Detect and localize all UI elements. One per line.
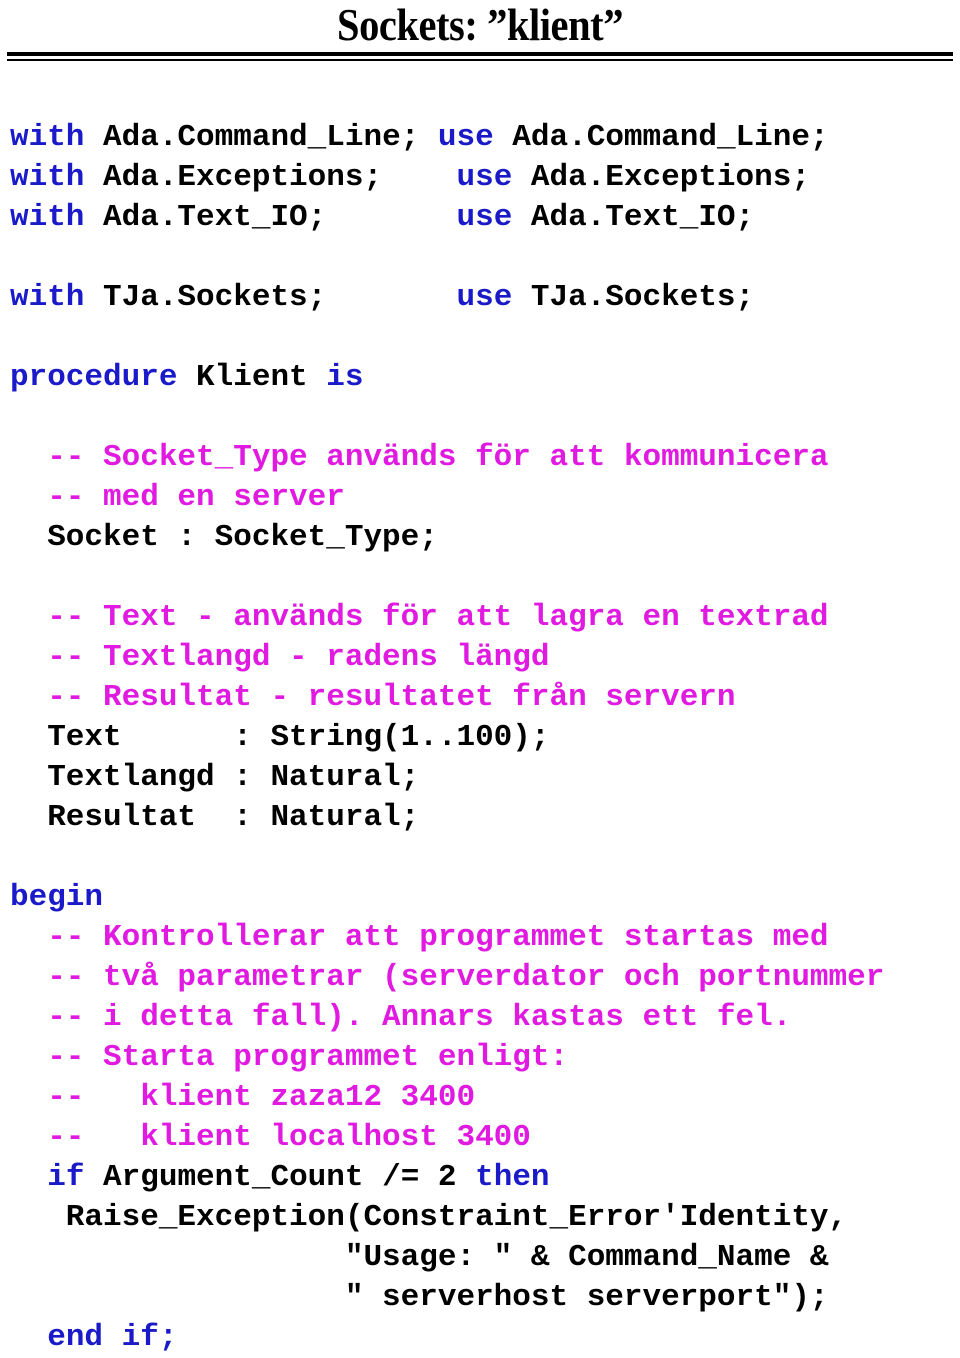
code-line: Textlangd : Natural;	[0, 758, 960, 798]
code-token-plain: Text : String(1..100);	[10, 720, 550, 755]
code-line: -- klient zaza12 3400	[0, 1078, 960, 1118]
code-line: end if;	[0, 1318, 960, 1358]
code-line	[0, 558, 960, 598]
code-token-keyword: then	[475, 1160, 550, 1195]
code-line	[0, 398, 960, 438]
code-token-comment: -- klient localhost 3400	[10, 1120, 531, 1155]
code-line: -- Kontrollerar att programmet startas m…	[0, 918, 960, 958]
slide-header: Sockets: ”klient”	[0, 0, 960, 61]
divider-line-lower	[7, 59, 953, 61]
code-line: begin	[0, 878, 960, 918]
code-line: with Ada.Text_IO; use Ada.Text_IO;	[0, 198, 960, 238]
code-token-plain: Socket : Socket_Type;	[10, 520, 438, 555]
code-line: -- Socket_Type används för att kommunice…	[0, 438, 960, 478]
code-token-keyword: use	[437, 120, 494, 155]
code-line: with Ada.Exceptions; use Ada.Exceptions;	[0, 158, 960, 198]
code-line: Raise_Exception(Constraint_Error'Identit…	[0, 1198, 960, 1238]
code-token-plain: Ada.Command_Line;	[493, 120, 829, 155]
code-token-plain: Ada.Exceptions;	[512, 160, 810, 195]
code-line: Socket : Socket_Type;	[0, 518, 960, 558]
code-token-plain: Ada.Text_IO;	[512, 200, 755, 235]
code-line: Text : String(1..100);	[0, 718, 960, 758]
code-token-keyword: procedure	[10, 360, 178, 395]
code-token-keyword: use	[456, 200, 513, 235]
code-line	[0, 838, 960, 878]
source-code-listing: with Ada.Command_Line; use Ada.Command_L…	[0, 118, 960, 1358]
code-token-comment: -- Text - används för att lagra en textr…	[10, 600, 829, 635]
title-divider	[7, 52, 953, 61]
code-token-keyword: use	[456, 280, 513, 315]
code-token-comment: -- med en server	[10, 480, 345, 515]
code-line: with Ada.Command_Line; use Ada.Command_L…	[0, 118, 960, 158]
code-token-comment: -- i detta fall). Annars kastas ett fel.	[10, 1000, 792, 1035]
code-token-plain: Ada.Command_Line;	[84, 120, 438, 155]
code-token-plain: TJa.Sockets;	[512, 280, 755, 315]
code-token-keyword: with	[10, 200, 85, 235]
code-line: if Argument_Count /= 2 then	[0, 1158, 960, 1198]
code-token-plain: Raise_Exception(Constraint_Error'Identit…	[10, 1200, 848, 1235]
code-token-comment: -- Kontrollerar att programmet startas m…	[10, 920, 829, 955]
code-line: Resultat : Natural;	[0, 798, 960, 838]
code-token-comment: -- Textlangd - radens längd	[10, 640, 550, 675]
code-line: "Usage: " & Command_Name &	[0, 1238, 960, 1278]
page-title: Sockets: ”klient”	[337, 0, 623, 50]
code-token-keyword: with	[10, 280, 85, 315]
code-token-plain: Argument_Count /= 2	[84, 1160, 476, 1195]
code-line: -- i detta fall). Annars kastas ett fel.	[0, 998, 960, 1038]
code-token-plain: Klient	[177, 360, 327, 395]
code-line: -- Text - används för att lagra en textr…	[0, 598, 960, 638]
code-token-plain: " serverhost serverport");	[10, 1280, 829, 1315]
code-line: procedure Klient is	[0, 358, 960, 398]
code-token-plain: TJa.Sockets;	[84, 280, 457, 315]
code-line: -- två parametrar (serverdator och portn…	[0, 958, 960, 998]
code-line: -- Textlangd - radens längd	[0, 638, 960, 678]
code-line	[0, 238, 960, 278]
code-line: -- med en server	[0, 478, 960, 518]
code-token-plain: Ada.Text_IO;	[84, 200, 457, 235]
code-token-comment: -- Starta programmet enligt:	[10, 1040, 569, 1075]
code-line	[0, 318, 960, 358]
code-token-keyword: end if	[47, 1320, 159, 1355]
code-token-comment: -- två parametrar (serverdator och portn…	[10, 960, 885, 995]
code-token-comment: -- Resultat - resultatet från servern	[10, 680, 736, 715]
code-line: " serverhost serverport");	[0, 1278, 960, 1318]
code-token-plain: Ada.Exceptions;	[84, 160, 457, 195]
code-line: -- Resultat - resultatet från servern	[0, 678, 960, 718]
code-line: -- Starta programmet enligt:	[0, 1038, 960, 1078]
code-token-plain: Resultat : Natural;	[10, 800, 420, 835]
code-token-keyword: use	[456, 160, 513, 195]
code-token-keyword: ;	[158, 1320, 178, 1355]
code-token-comment: -- klient zaza12 3400	[10, 1080, 476, 1115]
code-token-keyword: if	[47, 1160, 85, 1195]
code-token-comment: -- Socket_Type används för att kommunice…	[10, 440, 829, 475]
code-line: -- klient localhost 3400	[0, 1118, 960, 1158]
code-token-keyword: is	[326, 360, 364, 395]
code-token-keyword: with	[10, 160, 85, 195]
code-token-keyword: begin	[10, 880, 104, 915]
code-token-plain: "Usage: " & Command_Name &	[10, 1240, 829, 1275]
code-line: with TJa.Sockets; use TJa.Sockets;	[0, 278, 960, 318]
code-token-keyword: with	[10, 120, 85, 155]
code-token-plain: Textlangd : Natural;	[10, 760, 420, 795]
